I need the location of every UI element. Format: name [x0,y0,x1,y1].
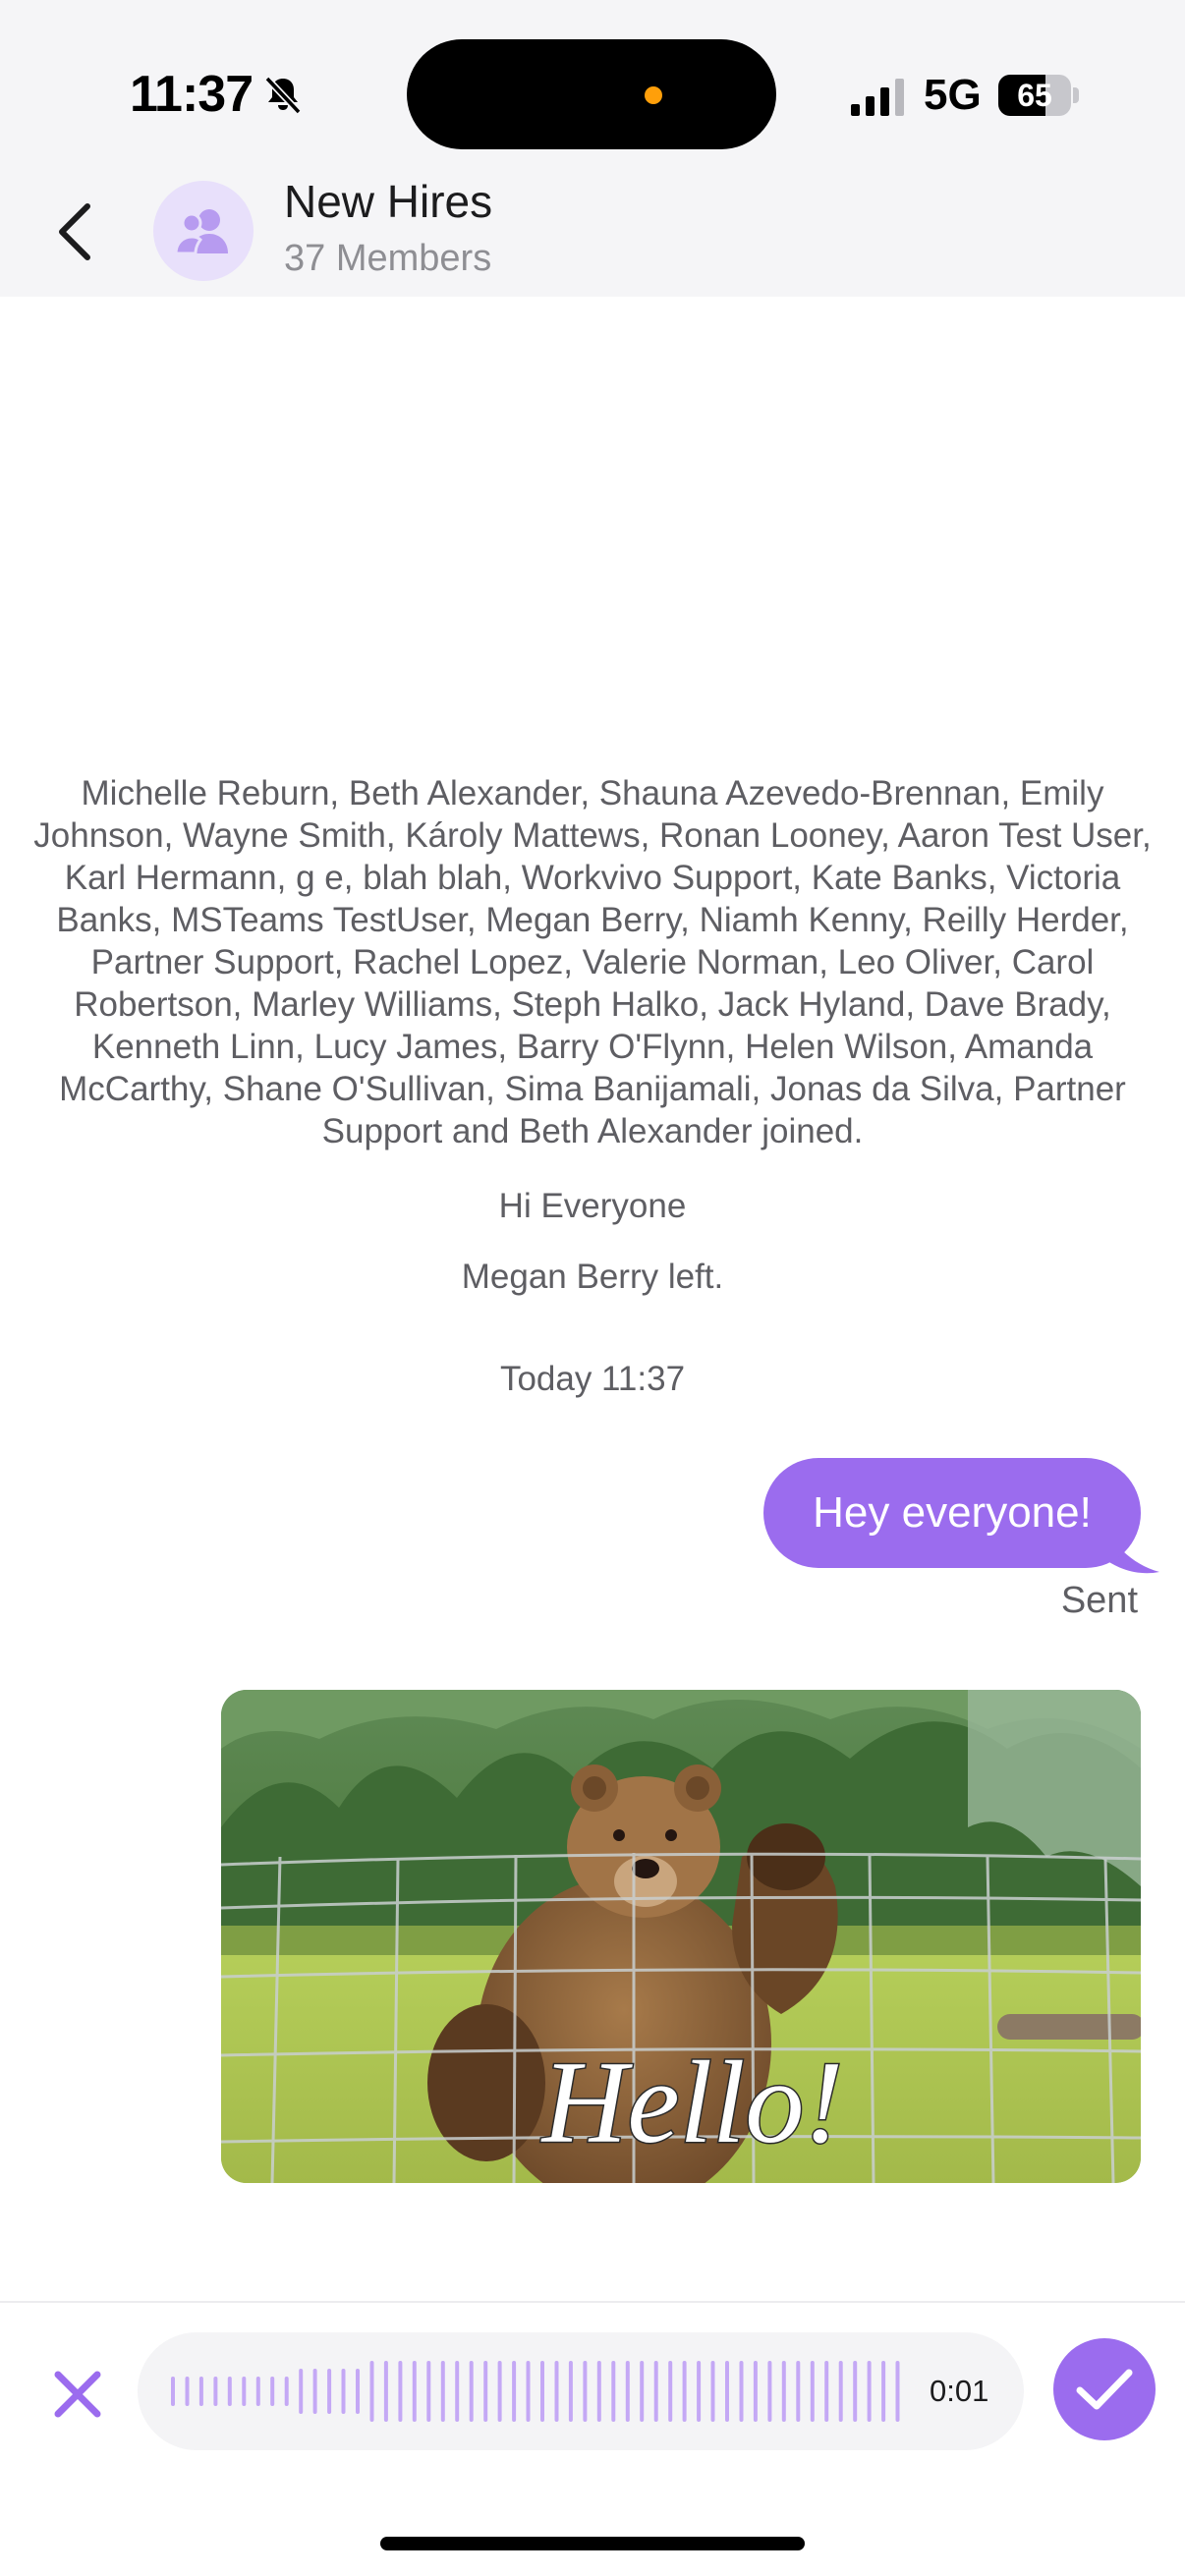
waveform-bar [270,2377,275,2406]
waveform-bar [640,2361,645,2422]
waveform-bar [824,2361,829,2422]
waveform-bar [369,2361,374,2422]
waveform-bar [725,2361,729,2422]
waveform-bar [625,2361,630,2422]
waveform-bar [554,2361,559,2422]
waveform-bar [383,2361,388,2422]
bell-slash-icon [264,76,302,115]
home-indicator [380,2537,805,2550]
top-bar: 11:37 5G 65 New Hires 37 Members [0,0,1185,297]
network-type: 5G [924,71,982,119]
waveform-icon [171,2361,900,2422]
waveform-bar [710,2361,715,2422]
joined-notice: Michelle Reburn, Beth Alexander, Shauna … [33,774,1152,1150]
signal-icon [851,79,904,116]
privacy-indicator-dot [645,86,662,104]
gif-message[interactable]: Hello! [221,1690,1141,2183]
waveform-bar [739,2361,744,2422]
bear-waving-gif: Hello! [221,1690,1141,2183]
waveform-bar [398,2361,403,2422]
greeting-message: Hi Everyone [498,1187,687,1225]
waveform-bar [853,2361,858,2422]
waveform-bar [227,2377,232,2406]
waveform-bar [810,2361,815,2422]
waveform-bar [611,2361,616,2422]
close-icon [54,2371,101,2418]
message-timestamp: Today 11:37 [499,1360,686,1398]
dynamic-island [407,39,776,149]
checkmark-icon [1076,2369,1133,2410]
waveform-bar [426,2361,431,2422]
left-notice: Megan Berry left. [461,1258,724,1296]
battery-icon: 65 [998,75,1079,116]
waveform-bar [568,2361,573,2422]
waveform-bar [881,2361,886,2422]
waveform-bar [596,2361,601,2422]
waveform-bar [838,2361,843,2422]
waveform-bar [682,2361,687,2422]
group-title[interactable]: New Hires [284,175,492,228]
cancel-recording-button[interactable] [47,2364,108,2425]
group-icon [174,209,228,255]
waveform-bar [497,2361,502,2422]
member-count: 37 Members [284,238,492,279]
waveform-bar [867,2361,872,2422]
waveform-bar [697,2361,702,2422]
back-button[interactable] [39,193,110,271]
recording-pill: 0:01 [138,2332,1024,2450]
waveform-bar [767,2361,772,2422]
battery-level: 65 [1017,78,1052,113]
waveform-bar [440,2361,445,2422]
waveform-bar [171,2377,175,2406]
waveform-bar [526,2361,531,2422]
recording-duration: 0:01 [930,2374,989,2408]
waveform-bar [213,2377,218,2406]
waveform-bar [299,2369,304,2414]
waveform-bar [412,2361,417,2422]
waveform-bar [668,2361,673,2422]
outgoing-message-bubble[interactable]: Hey everyone! [763,1458,1141,1568]
chevron-left-icon [59,203,90,260]
waveform-bar [469,2361,474,2422]
waveform-bar [653,2361,658,2422]
status-time: 11:37 [130,66,254,123]
waveform-bar [284,2377,289,2406]
waveform-bar [356,2369,360,2414]
waveform-bar [327,2369,332,2414]
waveform-bar [895,2361,900,2422]
waveform-bar [540,2361,544,2422]
waveform-bar [753,2361,758,2422]
waveform-bar [512,2361,517,2422]
waveform-bar [242,2377,247,2406]
waveform-bar [781,2361,786,2422]
waveform-bar [341,2369,346,2414]
waveform-bar [483,2361,488,2422]
gif-caption: Hello! [540,2037,844,2167]
group-avatar[interactable] [153,181,254,281]
waveform-bar [796,2361,801,2422]
waveform-bar [255,2377,260,2406]
waveform-bar [583,2361,588,2422]
delivery-status: Sent [1060,1580,1138,1621]
send-recording-button[interactable] [1053,2338,1156,2440]
waveform-bar [312,2369,317,2414]
waveform-bar [185,2377,190,2406]
waveform-bar [455,2361,460,2422]
waveform-bar [198,2377,203,2406]
